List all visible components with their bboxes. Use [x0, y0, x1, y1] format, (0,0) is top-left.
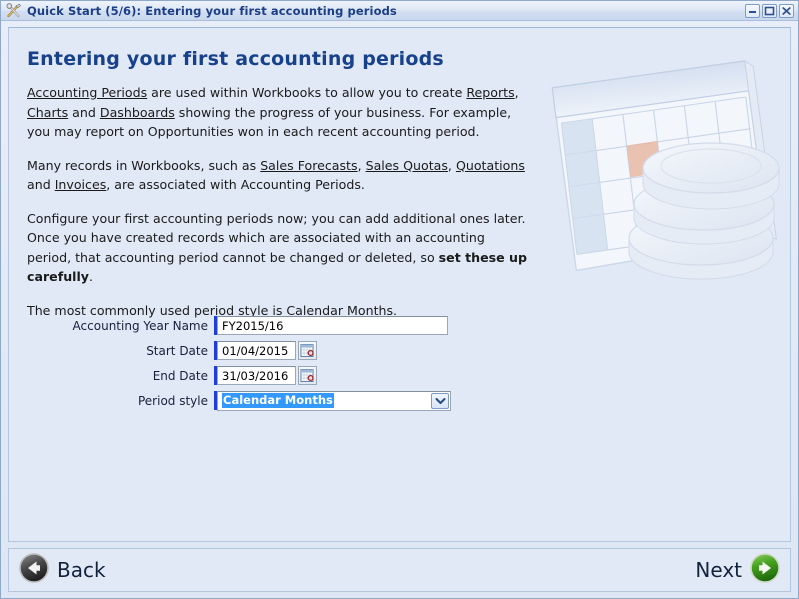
field-row-start-date: Start Date [9, 340, 790, 361]
maximize-icon[interactable] [762, 3, 777, 18]
accounting-year-name-input[interactable] [217, 316, 448, 335]
chevron-down-icon[interactable] [431, 392, 449, 409]
calendar-icon[interactable] [298, 341, 317, 360]
calendar-icon[interactable] [298, 366, 317, 385]
period-style-label: Period style [137, 393, 208, 408]
paragraph-2: Many records in Workbooks, such as Sales… [27, 156, 529, 195]
close-icon[interactable] [779, 3, 794, 18]
field-row-period-style: Period style Calendar Months [9, 390, 790, 411]
accounting-year-name-label: Accounting Year Name [72, 318, 208, 333]
period-style-selected-value: Calendar Months [222, 393, 334, 408]
inline-text: and [68, 104, 100, 120]
window-titlebar: Quick Start (5/6): Entering your first a… [1, 1, 798, 21]
tools-icon [5, 2, 22, 19]
inline-text: , [447, 157, 456, 173]
wizard-content-panel: Entering your first accounting periods A… [8, 27, 791, 542]
period-style-control: Calendar Months [214, 390, 451, 411]
paragraph-1: Accounting Periods are used within Workb… [27, 83, 529, 142]
field-row-end-date: End Date [9, 365, 790, 386]
quick-start-wizard-window: Quick Start (5/6): Entering your first a… [0, 0, 799, 599]
back-button[interactable]: Back [19, 553, 106, 587]
start-date-input[interactable] [217, 341, 296, 360]
window-controls [745, 3, 796, 18]
next-label: Next [695, 558, 742, 582]
end-date-input[interactable] [217, 366, 296, 385]
inline-link[interactable]: Reports [466, 85, 514, 100]
wizard-footer: Back Next [8, 548, 791, 592]
next-arrow-icon [750, 553, 780, 587]
end-date-label: End Date [152, 368, 208, 383]
next-button[interactable]: Next [695, 553, 780, 587]
inline-text: . [89, 269, 94, 284]
paragraph-3: Configure your first accounting periods … [27, 209, 529, 287]
inline-text: , are associated with Accounting Periods… [106, 177, 365, 192]
back-arrow-icon [19, 553, 49, 587]
back-label: Back [57, 558, 106, 582]
inline-text: are used within Workbooks to allow you t… [147, 85, 467, 100]
accounting-period-form: Accounting Year Name Start Date [9, 315, 790, 415]
inline-link[interactable]: Accounting Periods [27, 85, 147, 100]
accounting-year-name-control [214, 316, 448, 335]
inline-link[interactable]: Quotations [456, 158, 525, 173]
inline-link[interactable]: Charts [27, 105, 68, 120]
inline-text: Many records in Workbooks, such as [27, 157, 261, 173]
minimize-icon[interactable] [745, 3, 760, 18]
field-row-accounting-year-name: Accounting Year Name [9, 315, 790, 336]
inline-text: and [27, 177, 55, 192]
intro-text: Accounting Periods are used within Workb… [27, 83, 529, 320]
inline-link[interactable]: Dashboards [100, 105, 175, 120]
inline-link[interactable]: Sales Quotas [366, 158, 448, 173]
end-date-control [214, 366, 317, 385]
calendar-and-coins-illustration [551, 59, 780, 280]
period-style-select[interactable]: Calendar Months [217, 390, 451, 411]
inline-text: , [357, 157, 366, 173]
start-date-control [214, 341, 317, 360]
page-title: Entering your first accounting periods [27, 48, 444, 70]
start-date-label: Start Date [146, 343, 208, 358]
window-title: Quick Start (5/6): Entering your first a… [27, 3, 397, 18]
inline-link[interactable]: Sales Forecasts [260, 158, 357, 173]
inline-link[interactable]: Invoices [55, 177, 107, 192]
inline-text: , [514, 85, 519, 100]
